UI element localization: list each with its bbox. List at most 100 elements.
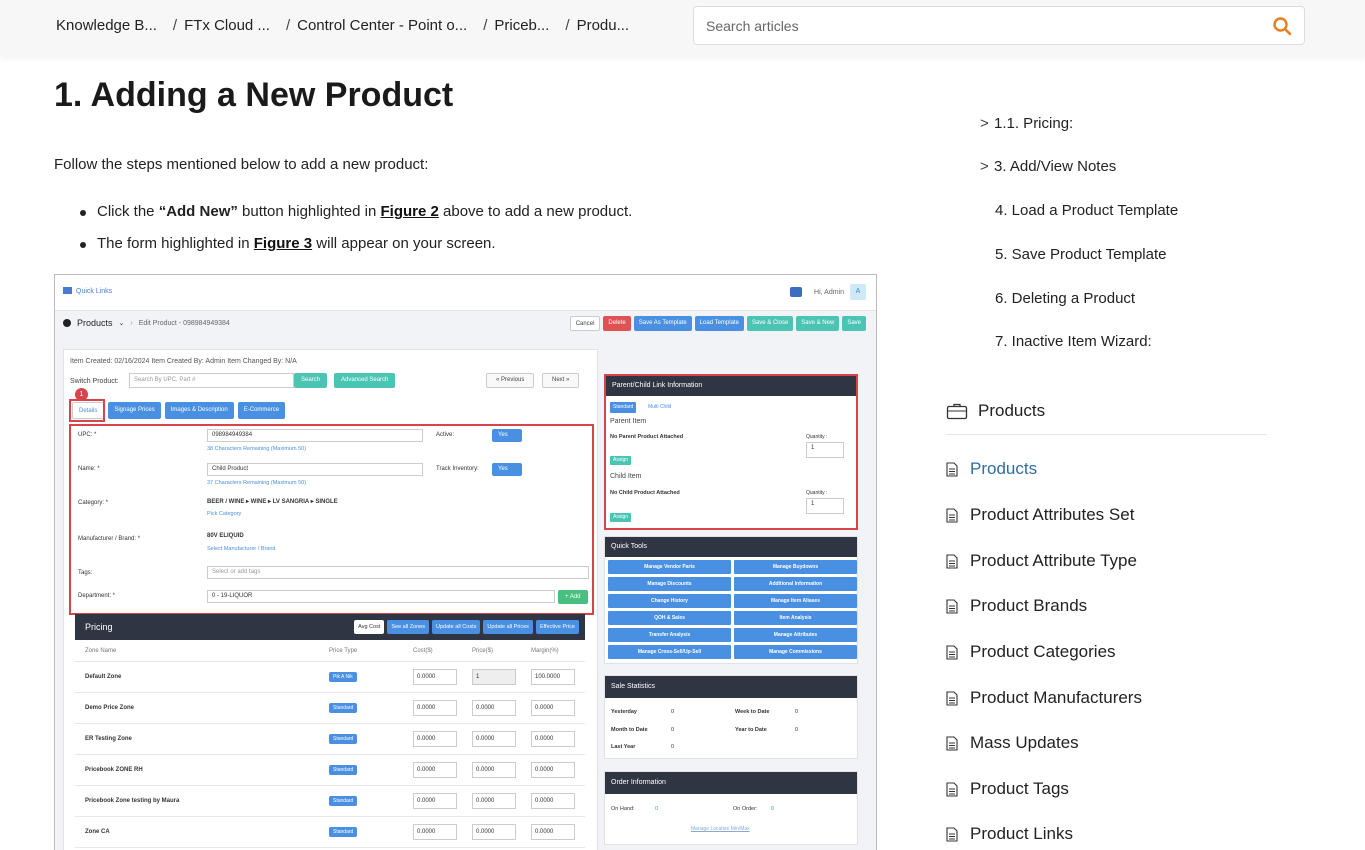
breadcrumb-item-products[interactable]: Produ... <box>577 17 630 34</box>
save-button: Save <box>842 316 866 331</box>
manage-buydowns-button: Manage Buydowns <box>734 560 857 574</box>
see-all-zones-button: See all Zones <box>387 620 429 634</box>
breadcrumb-separator: / <box>565 16 570 34</box>
price-field: 0.0000 <box>472 824 516 840</box>
side-link-product-tags[interactable]: Product Tags <box>946 779 1069 799</box>
avg-cost-button: Avg Cost <box>354 620 385 634</box>
toc-item-pricing[interactable]: >1.1. Pricing: <box>980 115 1073 132</box>
price-type: Standard <box>329 765 358 775</box>
margin-field: 0.0000 <box>531 700 575 716</box>
side-link-products[interactable]: Products <box>946 459 1037 479</box>
side-link-product-manufacturers[interactable]: Product Manufacturers <box>946 688 1142 708</box>
avatar: A <box>850 284 866 300</box>
add-department-button: + Add <box>558 590 588 604</box>
track-inventory-label: Track Inventory: <box>436 466 479 472</box>
cost-field: 0.0000 <box>413 824 457 840</box>
brand-label: Manufacturer / Brand: * <box>78 536 141 542</box>
chevron-right-icon: › <box>130 319 133 327</box>
figure-2-link[interactable]: Figure 2 <box>380 203 438 220</box>
active-toggle: Yes <box>492 429 522 442</box>
manage-cross-sell-button: Manage Cross-Sell/Up-Sell <box>608 645 731 659</box>
side-link-product-brands[interactable]: Product Brands <box>946 596 1087 616</box>
year-to-date-label: Year to Date <box>735 727 767 733</box>
cancel-button: Cancel <box>569 316 601 331</box>
figure-3-link[interactable]: Figure 3 <box>254 235 312 252</box>
toc-label: 5. Save Product Template <box>995 246 1167 263</box>
briefcase-icon <box>946 403 968 420</box>
step-bold: “Add New” <box>158 203 238 220</box>
breadcrumb-separator: / <box>172 16 178 34</box>
no-parent-text: No Parent Product Attached <box>610 434 684 440</box>
toc-item-inactive-wizard[interactable]: 7. Inactive Item Wizard: <box>995 333 1152 350</box>
document-icon <box>946 735 958 751</box>
zone-name: Pricebook Zone testing by Maura <box>85 798 180 804</box>
cost-field: 0.0000 <box>413 700 457 716</box>
zone-name: Default Zone <box>85 674 122 680</box>
side-link-product-links[interactable]: Product Links <box>946 824 1073 844</box>
breadcrumb: Knowledge B... / FTx Cloud ... / Control… <box>56 0 629 50</box>
tab-e-commerce: E-Commerce <box>237 402 286 419</box>
table-row: Pricebook Zone testing by Maura Standard… <box>75 786 585 817</box>
side-link-label: Product Attributes Set <box>970 505 1135 524</box>
item-meta: Item Created: 02/16/2024 Item Created By… <box>70 358 297 365</box>
parent-child-panel: Parent/Child Link Information Standard M… <box>604 374 858 530</box>
side-link-product-categories[interactable]: Product Categories <box>946 642 1116 662</box>
breadcrumb-item-ftx-cloud[interactable]: FTx Cloud ... <box>184 17 270 34</box>
yesterday-label: Yesterday <box>611 709 637 715</box>
price-field: 0.0000 <box>472 700 516 716</box>
name-hint: 37 Characters Remaining (Maximum 50) <box>207 480 307 486</box>
breadcrumb-item-control-center[interactable]: Control Center - Point o... <box>297 17 467 34</box>
side-link-mass-updates[interactable]: Mass Updates <box>946 733 1079 753</box>
switch-product-input: Search By UPC, Part # <box>129 373 294 388</box>
side-link-product-attributes-set[interactable]: Product Attributes Set <box>946 505 1134 525</box>
chat-icon <box>790 287 803 297</box>
toc-item-save-template[interactable]: 5. Save Product Template <box>995 246 1167 263</box>
save-as-template-button: Save As Template <box>633 316 692 331</box>
column-header: Margin(%) <box>531 648 559 654</box>
toc-label: 1.1. Pricing: <box>994 115 1074 132</box>
quick-tools-panel: Quick Tools Manage Vendor Parts Manage B… <box>604 536 858 664</box>
manage-item-aliases-button: Manage Item Aliases <box>734 594 857 608</box>
list-item: Click the “Add New” button highlighted i… <box>80 202 632 234</box>
document-icon <box>946 826 958 842</box>
breadcrumb-item-knowledge-base[interactable]: Knowledge B... <box>56 17 157 34</box>
save-new-button: Save & New <box>796 316 840 331</box>
order-information-panel: Order Information On Hand: 0 On Order: 0… <box>604 771 858 845</box>
on-hand-value: 0 <box>655 806 659 812</box>
zone-name: Demo Price Zone <box>85 705 135 711</box>
parent-child-title: Parent/Child Link Information <box>606 376 856 396</box>
toc-item-load-template[interactable]: 4. Load a Product Template <box>995 202 1178 219</box>
last-year-label: Last Year <box>611 744 636 750</box>
parent-item-label: Parent Item <box>610 418 647 425</box>
search-icon[interactable] <box>1272 16 1292 36</box>
search-input[interactable] <box>694 7 1254 44</box>
breadcrumb-item-pricebook[interactable]: Priceb... <box>494 17 549 34</box>
year-to-date-value: 0 <box>795 727 799 733</box>
section-divider <box>946 434 1267 435</box>
chevron-down-icon: ⌄ <box>118 320 125 327</box>
margin-field: 0.0000 <box>531 762 575 778</box>
tab-images-description: Images & Description <box>164 402 234 419</box>
child-quantity-field: 1 <box>806 498 844 514</box>
breadcrumb-separator: / <box>285 16 291 34</box>
product-icon <box>63 319 71 327</box>
toc-label: 6. Deleting a Product <box>995 290 1136 307</box>
yesterday-value: 0 <box>671 709 675 715</box>
child-item-label: Child Item <box>610 473 642 480</box>
toc-item-add-view-notes[interactable]: >3. Add/View Notes <box>980 158 1116 175</box>
document-icon <box>946 461 958 477</box>
document-icon <box>946 644 958 660</box>
tab-signage-prices: Signage Prices <box>108 402 161 419</box>
select-brand-link: Select Manufacturer / Brand <box>207 546 276 552</box>
last-year-value: 0 <box>671 744 675 750</box>
document-icon <box>946 781 958 797</box>
side-link-product-attribute-type[interactable]: Product Attribute Type <box>946 551 1137 571</box>
tags-field: Select or add tags <box>207 566 589 579</box>
table-row: Default Zone Pik A Nik 0.0000 1 100.0000 <box>75 662 585 693</box>
pick-category-link: Pick Category <box>207 511 242 517</box>
price-field: 0.0000 <box>472 762 516 778</box>
switch-label: Switch Product: <box>70 378 119 385</box>
toc-item-deleting-product[interactable]: 6. Deleting a Product <box>995 290 1135 307</box>
margin-field: 0.0000 <box>531 793 575 809</box>
side-link-label: Product Brands <box>970 596 1088 615</box>
